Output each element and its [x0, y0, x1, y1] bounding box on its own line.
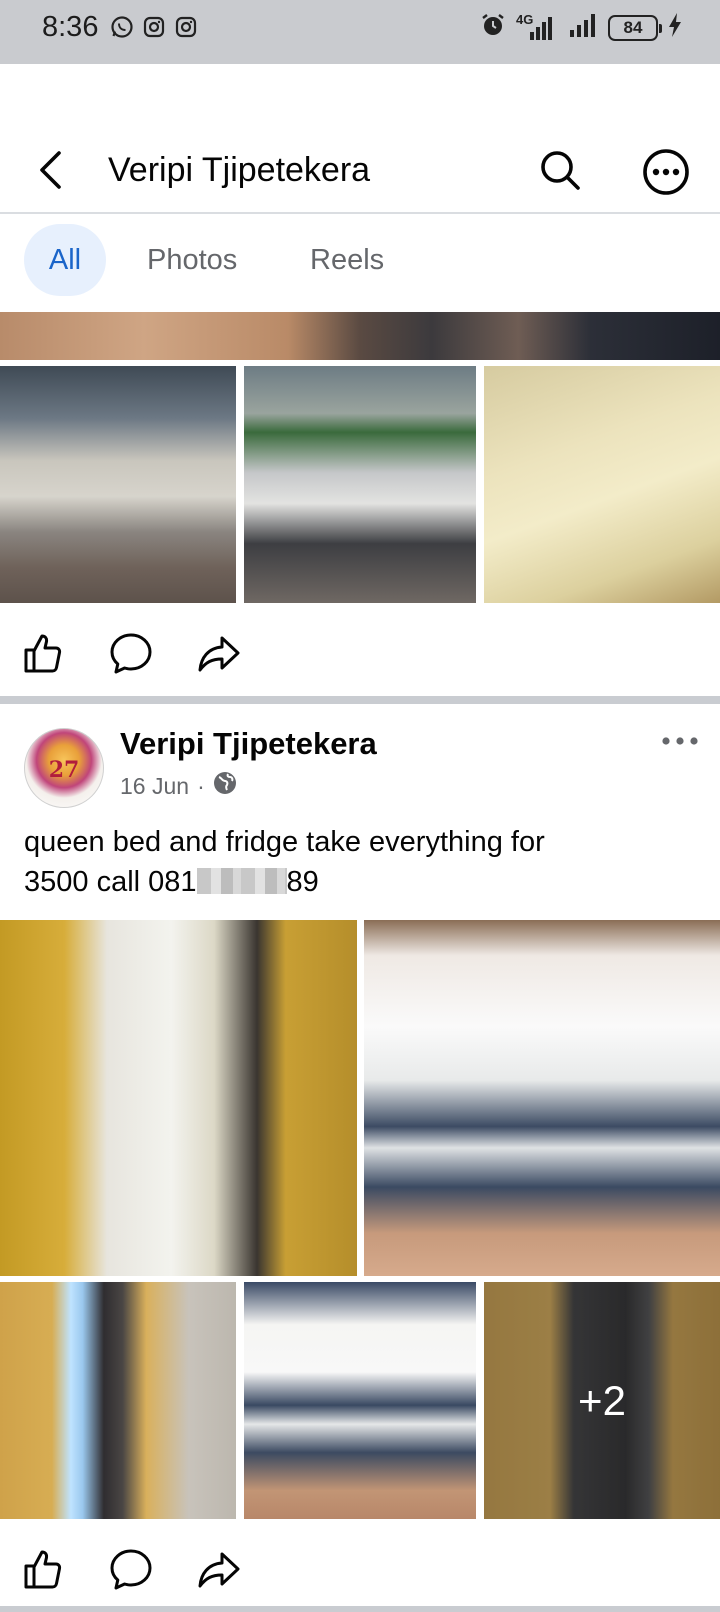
page-header: Veripi Tjipetekera — [0, 64, 720, 214]
post-actions — [0, 1526, 720, 1612]
post-text-suffix: 89 — [286, 866, 319, 898]
post-text: queen bed and fridge take everything for… — [24, 822, 696, 902]
tab-all[interactable]: All — [24, 224, 106, 296]
search-icon — [541, 151, 580, 190]
post-photo[interactable] — [0, 366, 236, 603]
post-actions — [0, 610, 720, 696]
status-bar: 8:36 4G 84 — [0, 0, 720, 64]
like-icon — [24, 634, 62, 673]
post-divider — [0, 696, 720, 704]
like-icon — [24, 1550, 62, 1589]
comment-icon — [110, 633, 152, 674]
post-photo[interactable] — [0, 1282, 236, 1519]
comment-button[interactable] — [108, 1546, 154, 1592]
notification-icons — [110, 15, 198, 44]
share-button[interactable] — [196, 1546, 242, 1592]
post-meta: 16 Jun · — [120, 771, 237, 801]
instagram-icon — [174, 15, 198, 44]
more-photos-tile[interactable]: +2 — [484, 1282, 720, 1519]
more-options-button[interactable] — [642, 148, 690, 196]
more-horizontal-icon — [662, 737, 698, 745]
globe-icon — [213, 771, 237, 801]
like-button[interactable] — [20, 1546, 66, 1592]
alarm-icon — [480, 12, 506, 43]
more-photos-count: +2 — [578, 1376, 626, 1424]
whatsapp-icon — [110, 15, 134, 44]
share-button[interactable] — [196, 630, 242, 676]
instagram-icon — [142, 15, 166, 44]
more-horizontal-icon — [643, 149, 689, 195]
post-photo[interactable] — [0, 312, 720, 360]
comment-icon — [110, 1549, 152, 1590]
search-button[interactable] — [538, 148, 582, 192]
post-date[interactable]: 16 Jun — [120, 773, 189, 800]
post-text-line: queen bed and fridge take everything for — [24, 826, 545, 858]
back-arrow-icon — [40, 151, 61, 189]
meta-separator: · — [197, 772, 205, 799]
signal-icon — [568, 12, 598, 43]
tab-photos[interactable]: Photos — [147, 224, 237, 296]
post-photo[interactable] — [364, 920, 720, 1276]
like-button[interactable] — [20, 630, 66, 676]
post-photo[interactable] — [0, 920, 357, 1276]
network-signal-icon: 4G — [516, 12, 558, 42]
post-photo[interactable] — [484, 366, 720, 603]
comment-button[interactable] — [108, 630, 154, 676]
post-author[interactable]: Veripi Tjipetekera — [120, 726, 377, 762]
post-text-prefix: 3500 call 081 — [24, 866, 197, 898]
tab-reels[interactable]: Reels — [310, 224, 384, 296]
redacted-phone-digits — [196, 868, 287, 894]
page-title: Veripi Tjipetekera — [108, 151, 371, 189]
post-divider — [0, 1606, 720, 1612]
avatar-logo-text: 27 — [48, 757, 80, 783]
filter-tabs: All Photos Reels — [0, 216, 720, 306]
back-button[interactable] — [30, 148, 70, 192]
share-icon — [198, 1552, 240, 1588]
share-icon — [198, 636, 240, 672]
post-options-button[interactable] — [660, 726, 700, 756]
post-photo[interactable] — [244, 1282, 476, 1519]
system-icons: 4G 84 — [480, 12, 682, 43]
status-time: 8:36 — [42, 11, 99, 43]
post-photo[interactable] — [244, 366, 476, 603]
battery-indicator: 84 — [608, 14, 662, 41]
avatar[interactable]: 27 — [24, 728, 104, 808]
charging-icon — [668, 12, 682, 43]
